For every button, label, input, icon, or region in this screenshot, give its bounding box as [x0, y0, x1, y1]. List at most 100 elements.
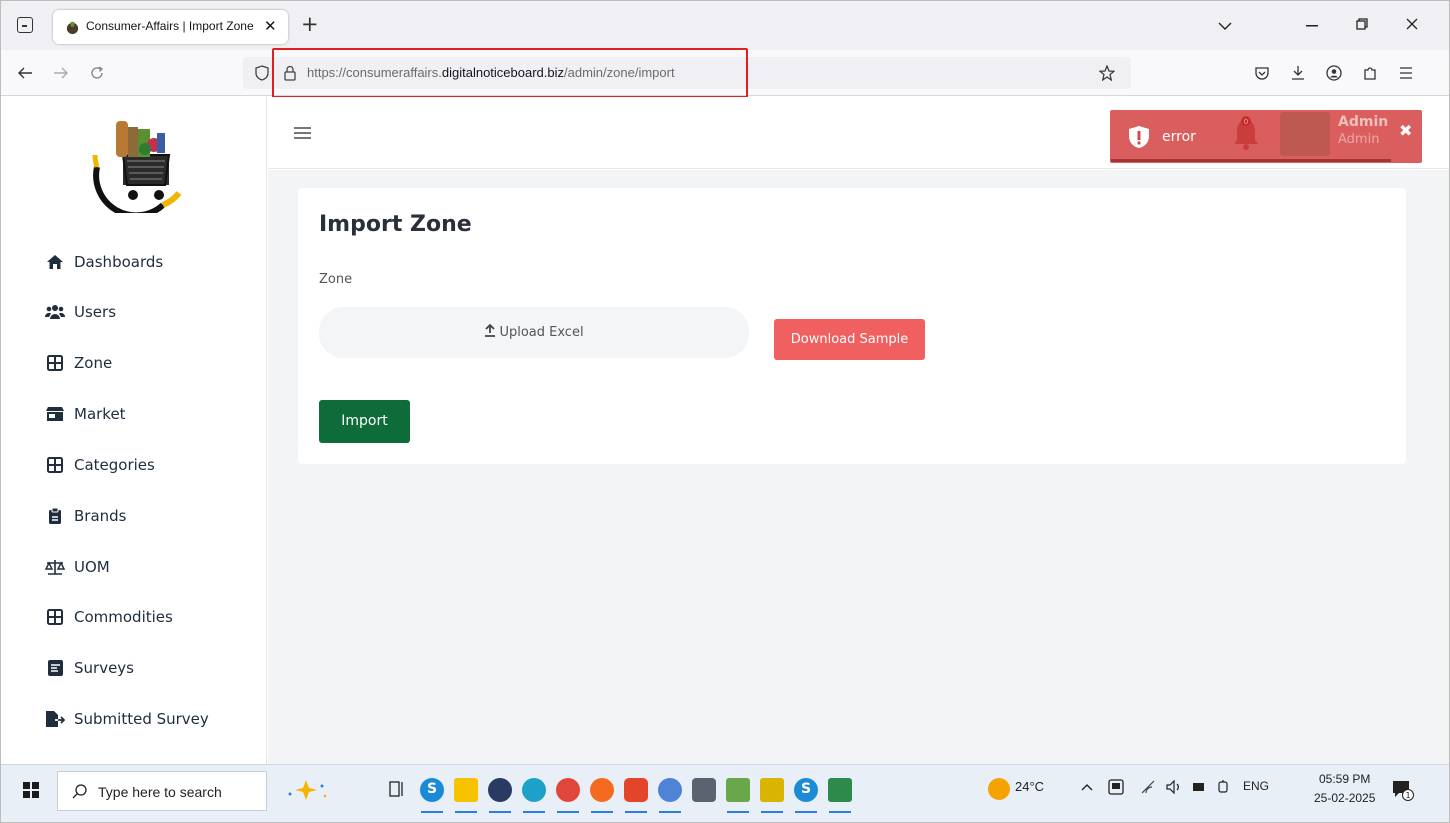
grid-icon [45, 355, 65, 371]
tab-close-icon[interactable]: ✕ [264, 17, 277, 35]
back-arrow-icon[interactable] [17, 66, 33, 80]
import-button[interactable]: Import [319, 400, 410, 443]
clipboard-icon [45, 508, 65, 524]
minimize-icon[interactable] [1306, 25, 1318, 27]
taskbar-search-input[interactable]: Type here to search [57, 771, 267, 811]
sidebar-item-zone[interactable]: Zone [45, 350, 112, 376]
weather-temperature[interactable]: 24°C [1015, 779, 1044, 794]
app-logo [92, 121, 182, 213]
import-card: Import Zone Zone Upload Excel Download S… [298, 188, 1406, 464]
notifications-icon[interactable]: 1 [1391, 779, 1415, 801]
copilot-sparkle-icon[interactable] [284, 778, 330, 802]
upload-excel-input[interactable]: Upload Excel [319, 307, 749, 358]
browser-tab-active[interactable]: Consumer-Affairs | Import Zone ✕ [53, 10, 288, 44]
site-favicon-icon [66, 21, 79, 35]
sidebar-item-market[interactable]: Market [45, 401, 126, 427]
app-icon[interactable] [658, 778, 682, 802]
task-view-icon[interactable] [389, 781, 405, 797]
chevron-down-icon[interactable] [1218, 21, 1232, 31]
shield-alert-icon [1129, 126, 1149, 148]
users-icon [45, 304, 65, 320]
tab-title: Consumer-Affairs | Import Zone [86, 19, 254, 33]
hamburger-menu-icon[interactable] [294, 127, 311, 139]
admin-avatar[interactable] [1280, 112, 1330, 156]
sidebar-item-brands[interactable]: Brands [45, 503, 127, 529]
pen-icon[interactable] [1216, 779, 1230, 795]
zone-field-label: Zone [319, 272, 353, 287]
sidebar-item-label: Market [74, 405, 126, 423]
skype-business-icon[interactable]: S [794, 778, 818, 802]
survey-icon [45, 660, 65, 676]
settings-gear-icon[interactable] [692, 778, 716, 802]
sidebar-item-label: Surveys [74, 659, 134, 677]
tracking-shield-icon[interactable] [255, 65, 269, 81]
firefox-browser-icon[interactable] [590, 778, 614, 802]
battery-icon[interactable] [1192, 782, 1206, 792]
sidebar-item-submitted-survey[interactable]: Submitted Survey [45, 706, 209, 732]
sidebar-item-commodities[interactable]: Commodities [45, 604, 173, 630]
running-indicator [625, 811, 647, 813]
search-icon [72, 784, 87, 799]
eclipse-icon[interactable] [488, 778, 512, 802]
extensions-icon[interactable] [1362, 65, 1378, 81]
running-indicator [659, 811, 681, 813]
running-indicator [727, 811, 749, 813]
tray-app-icon[interactable] [1108, 779, 1124, 795]
windows-start-icon[interactable] [23, 782, 39, 798]
pocket-icon[interactable] [1254, 65, 1270, 81]
screen: Consumer-Affairs | Import Zone ✕ + https… [0, 0, 1450, 823]
tab-list-icon[interactable] [17, 17, 33, 33]
chrome-browser-icon[interactable] [556, 778, 580, 802]
download-icon[interactable] [1290, 65, 1306, 81]
clock[interactable]: 05:59 PM 25-02-2025 [1314, 770, 1375, 808]
image-viewer-icon[interactable] [760, 778, 784, 802]
file-explorer-icon[interactable] [454, 778, 478, 802]
chevron-up-icon[interactable] [1081, 783, 1093, 791]
grid-icon [45, 609, 65, 625]
sidebar-item-label: Commodities [74, 608, 173, 626]
upload-icon [485, 323, 496, 337]
toast-close-icon[interactable]: ✖ [1399, 121, 1412, 140]
browser-tab-strip: Consumer-Affairs | Import Zone ✕ + [1, 1, 1449, 50]
restore-icon[interactable] [1356, 18, 1368, 30]
sidebar-item-categories[interactable]: Categories [45, 452, 155, 478]
sidebar-item-uom[interactable]: UOM [45, 554, 110, 580]
notification-bell-icon[interactable]: 0 [1221, 112, 1271, 156]
edge-browser-icon[interactable] [522, 778, 546, 802]
sidebar-item-label: Dashboards [74, 253, 164, 271]
notification-count: 0 [1244, 118, 1248, 126]
brave-browser-icon[interactable] [624, 778, 648, 802]
reload-icon[interactable] [89, 65, 105, 81]
notification-badge: 1 [1405, 791, 1410, 800]
account-icon[interactable] [1326, 65, 1342, 81]
sidebar-item-label: Brands [74, 507, 127, 525]
sidebar-item-label: Zone [74, 354, 113, 372]
app-menu-icon[interactable] [1399, 67, 1413, 79]
wifi-icon[interactable] [1140, 780, 1156, 794]
url-highlight-box [272, 48, 748, 98]
skype-icon[interactable]: S [420, 778, 444, 802]
toast-progress-bar [1111, 159, 1391, 162]
notepad-icon[interactable] [726, 778, 750, 802]
running-indicator [761, 811, 783, 813]
bookmark-star-icon[interactable] [1099, 65, 1115, 81]
page-title: Import Zone [319, 212, 472, 237]
running-indicator [795, 811, 817, 813]
sidebar-item-dashboards[interactable]: Dashboards [45, 249, 163, 275]
weather-icon[interactable] [988, 778, 1010, 800]
sidebar-item-label: Categories [74, 456, 155, 474]
volume-icon[interactable] [1166, 780, 1182, 794]
error-toast: error 0 Admin Admin ✖ [1110, 110, 1422, 163]
excel-icon[interactable] [828, 778, 852, 802]
download-sample-button[interactable]: Download Sample [774, 319, 925, 360]
sidebar-item-surveys[interactable]: Surveys [45, 655, 134, 681]
close-window-icon[interactable] [1406, 18, 1418, 30]
sidebar-item-users[interactable]: Users [45, 299, 116, 325]
running-indicator [557, 811, 579, 813]
new-tab-button[interactable]: + [301, 12, 319, 36]
forward-arrow-icon[interactable] [53, 66, 69, 80]
admin-name[interactable]: Admin [1338, 114, 1388, 130]
language-indicator[interactable]: ENG [1243, 779, 1269, 793]
windows-taskbar: Type here to search S S 24°C ENG 05:59 P… [1, 764, 1449, 822]
scale-icon [45, 559, 65, 575]
